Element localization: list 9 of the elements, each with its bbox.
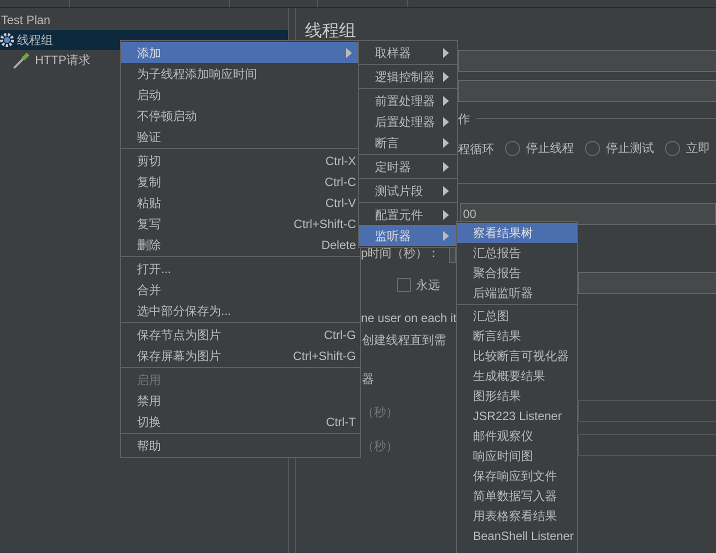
- field-label: p时间（秒）：: [361, 245, 440, 262]
- checkbox-label: ne user on each it: [361, 310, 456, 327]
- field-label: （秒）: [362, 438, 398, 455]
- field-label: （秒）: [362, 404, 398, 421]
- section-label: 器: [362, 371, 374, 388]
- group-label: 作: [458, 111, 470, 128]
- panel-title: 线程组: [305, 20, 356, 42]
- radio-label: 程循环: [458, 141, 494, 158]
- checkbox-label: 创建线程直到需: [362, 332, 446, 349]
